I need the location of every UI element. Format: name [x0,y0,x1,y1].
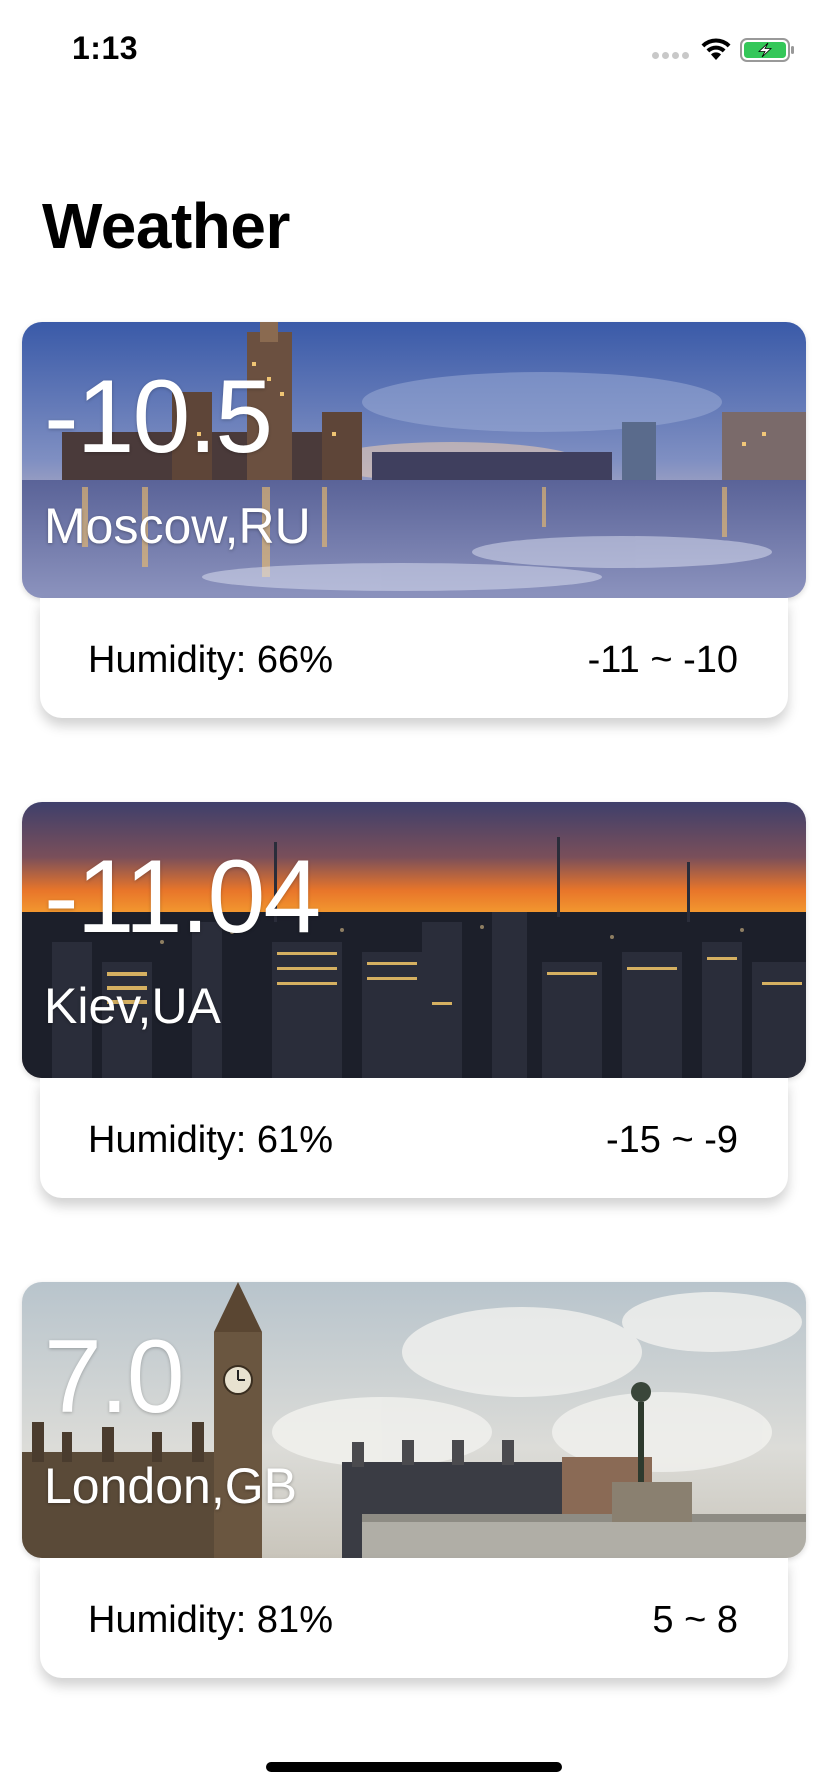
status-time: 1:13 [72,30,139,66]
humidity-label: Humidity: 61% [88,1119,333,1161]
city-name: Kiev,UA [44,978,221,1034]
city-name: London,GB [44,1458,297,1514]
city-photo-london: 7.0 London,GB [22,1282,806,1558]
card-details: Humidity: 61% -15 ~ -9 [40,1078,788,1198]
card-details: Humidity: 66% -11 ~ -10 [40,598,788,718]
status-bar: 1:13 [0,0,828,100]
temperature-range: -15 ~ -9 [605,1119,738,1161]
weather-card-london[interactable]: 7.0 London,GB Humidity: 81% 5 ~ 8 [0,1282,828,1692]
city-temperature: -10.5 [44,359,273,475]
weather-card-kiev[interactable]: -11.04 Kiev,UA Humidity: 61% -15 ~ -9 [0,802,828,1212]
wifi-icon [701,38,731,60]
city-name: Moscow,RU [44,498,311,554]
city-temperature: -11.04 [44,839,321,955]
weather-card-moscow[interactable]: -10.5 Moscow,RU Humidity: 66% -11 ~ -10 [0,322,828,732]
cellular-signal-dots-icon [652,52,692,60]
humidity-label: Humidity: 81% [88,1599,333,1641]
home-indicator[interactable] [266,1762,562,1772]
humidity-label: Humidity: 66% [88,639,333,681]
page-title: Weather [42,190,290,262]
temperature-range: 5 ~ 8 [652,1599,738,1641]
card-details: Humidity: 81% 5 ~ 8 [40,1558,788,1678]
battery-charging-icon [740,38,794,62]
city-temperature: 7.0 [44,1319,185,1435]
temperature-range: -11 ~ -10 [587,639,738,681]
city-photo-moscow: -10.5 Moscow,RU [22,322,806,598]
city-photo-kiev: -11.04 Kiev,UA [22,802,806,1078]
